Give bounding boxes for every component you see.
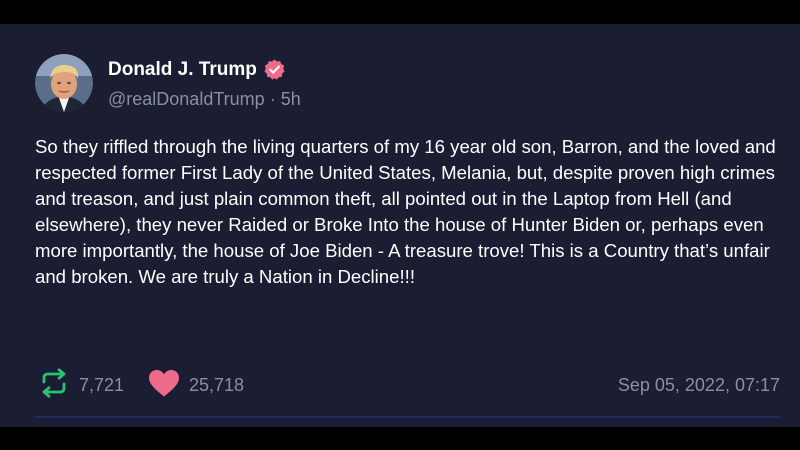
- repost-count: 7,721: [79, 374, 125, 395]
- post-card: Donald J. Trump @realDonaldTrump · 5h So…: [0, 24, 800, 427]
- repost-icon: [37, 367, 71, 403]
- meta-separator: ·: [269, 89, 276, 109]
- like-button[interactable]: 25,718: [147, 368, 244, 402]
- avatar[interactable]: [35, 54, 93, 112]
- like-count: 25,718: [189, 374, 245, 395]
- divider: [35, 416, 780, 418]
- post-text: So they riffled through the living quart…: [35, 136, 776, 287]
- avatar-image: [35, 54, 93, 112]
- heart-icon: [147, 368, 181, 403]
- action-bar: 7,721 25,718 Sep 05, 2022, 07:17: [37, 367, 780, 403]
- author-name[interactable]: Donald J. Trump: [108, 59, 257, 81]
- verified-badge-icon: [263, 58, 286, 81]
- repost-button[interactable]: 7,721: [37, 367, 125, 403]
- author-handle[interactable]: @realDonaldTrump: [108, 89, 265, 109]
- author-meta: @realDonaldTrump · 5h: [108, 88, 301, 110]
- post-timestamp[interactable]: Sep 05, 2022, 07:17: [618, 375, 780, 396]
- author-name-row: Donald J. Trump: [108, 58, 286, 81]
- relative-time[interactable]: 5h: [281, 89, 301, 109]
